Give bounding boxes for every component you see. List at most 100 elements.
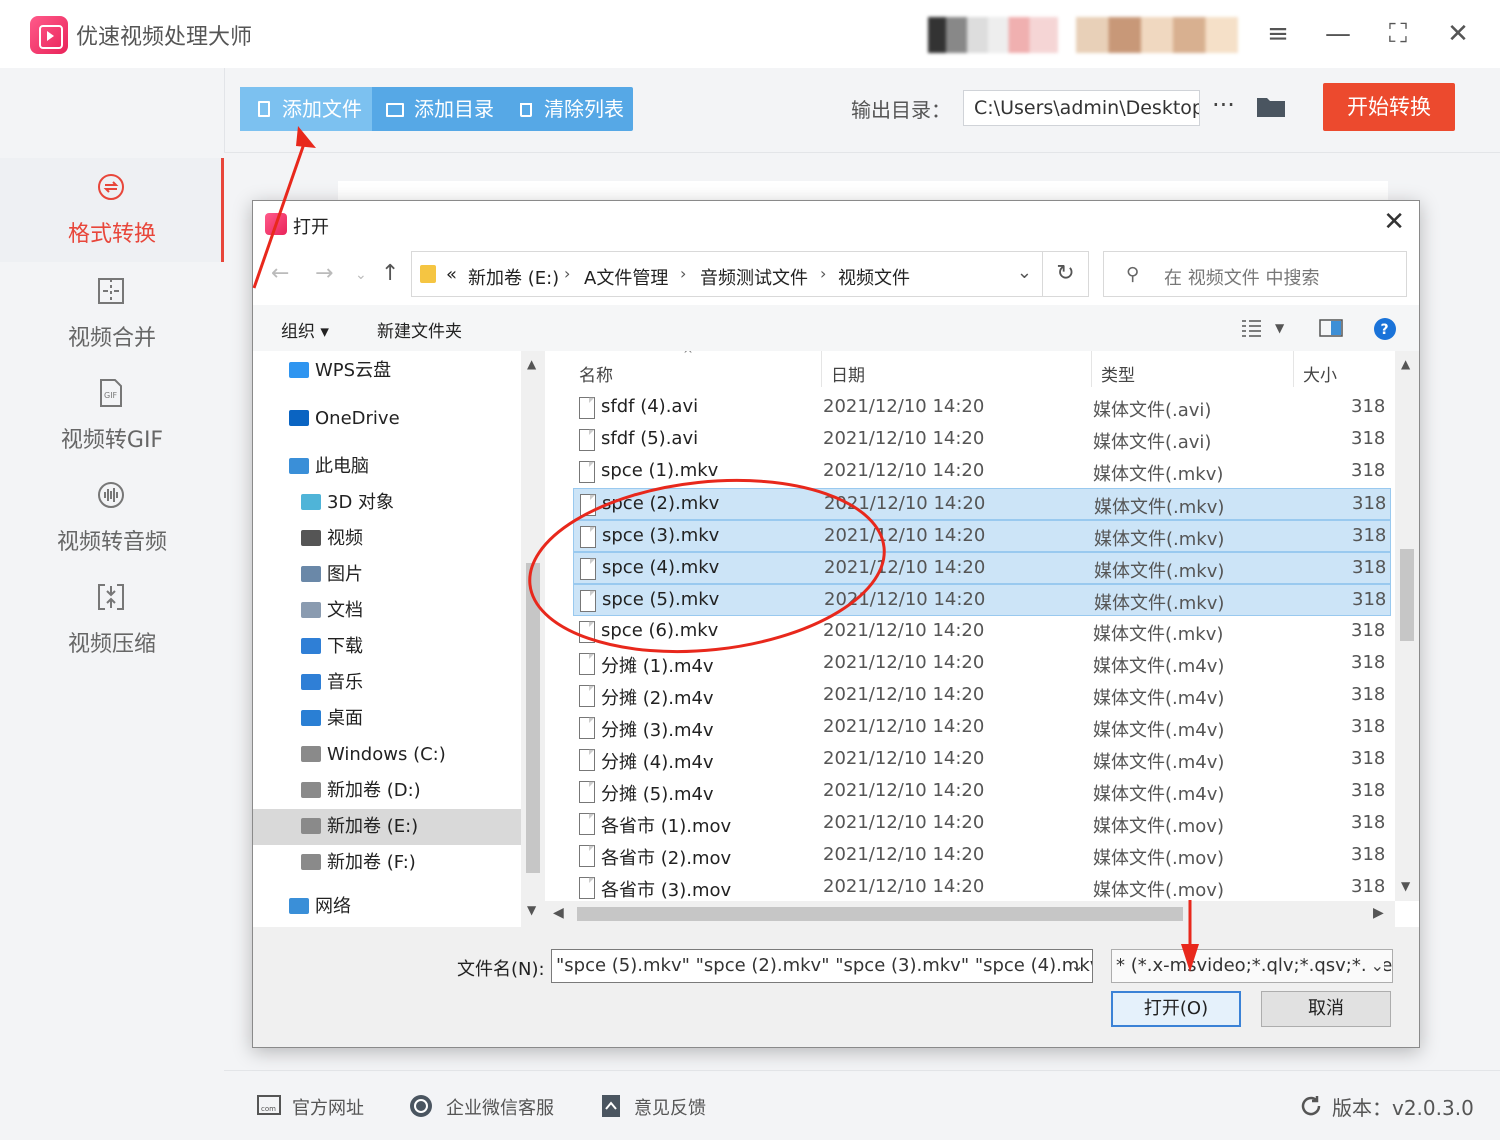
chevron-down-icon[interactable]: ⌄	[1071, 950, 1084, 982]
column-separator[interactable]	[821, 351, 822, 387]
chevron-down-icon[interactable]: ⌄	[1366, 950, 1384, 982]
feedback-link[interactable]: 意见反馈	[634, 1094, 706, 1120]
file-row[interactable]: spce (3).mkv 2021/12/10 14:20 媒体文件(.mkv) 31…	[573, 520, 1391, 552]
scroll-down-icon[interactable]: ▼	[527, 903, 536, 917]
nav-item[interactable]: OneDrive	[253, 401, 521, 437]
sidebar-item-audio[interactable]: 视频转音频	[0, 466, 224, 570]
file-row[interactable]: spce (2).mkv 2021/12/10 14:20 媒体文件(.mkv) 31…	[573, 488, 1391, 520]
sidebar-item-merge[interactable]: 视频合并	[0, 262, 224, 366]
nav-item[interactable]: 此电脑	[253, 449, 521, 485]
new-folder-button[interactable]: 新建文件夹	[377, 317, 462, 342]
file-row[interactable]: spce (6).mkv 2021/12/10 14:20 媒体文件(.mkv) 31…	[573, 616, 1391, 648]
scroll-up-icon[interactable]: ▲	[1401, 357, 1410, 371]
filetype-select[interactable]: * (*.x-msvideo;*.qlv;*.qsv;*.webm ⌄	[1111, 949, 1393, 983]
recent-locations-icon[interactable]: ⌄	[355, 267, 367, 283]
breadcrumb-drive[interactable]: 新加卷 (E:)	[468, 264, 559, 290]
file-row[interactable]: sfdf (5).avi 2021/12/10 14:20 媒体文件(.avi) 31…	[573, 424, 1391, 456]
open-folder-icon[interactable]	[1256, 94, 1286, 118]
file-row[interactable]: spce (5).mkv 2021/12/10 14:20 媒体文件(.mkv) 31…	[573, 584, 1391, 616]
nav-item[interactable]: 网络	[253, 889, 521, 925]
nav-item[interactable]: 新加卷 (D:)	[253, 773, 521, 809]
maximize-icon[interactable]: ⛶	[1380, 16, 1416, 52]
sidebar-item-compress[interactable]: 视频压缩	[0, 568, 224, 672]
file-list-scrollbar[interactable]: ▲ ▼	[1395, 351, 1419, 901]
forward-arrow-icon[interactable]: →	[315, 261, 333, 286]
clear-list-button[interactable]: 清除列表	[502, 87, 633, 131]
sidebar-item-gif[interactable]: GIF 视频转GIF	[0, 364, 224, 468]
column-type[interactable]: 类型	[1101, 361, 1135, 386]
nav-scrollbar-thumb[interactable]	[526, 563, 540, 873]
column-size[interactable]: 大小	[1303, 361, 1337, 386]
breadcrumb-folder-2[interactable]: 音频测试文件	[700, 264, 808, 290]
cancel-button[interactable]: 取消	[1261, 991, 1391, 1027]
blurred-user-name[interactable]	[1076, 17, 1238, 53]
horizontal-scrollbar[interactable]: ◀ ▶	[545, 901, 1395, 927]
address-bar[interactable]: « 新加卷 (E:) › A文件管理 › 音频测试文件 › 视频文件 ⌄	[411, 251, 1043, 297]
output-dir-input[interactable]: C:\Users\admin\Desktop	[963, 90, 1200, 126]
nav-item[interactable]: Windows (C:)	[253, 737, 521, 773]
column-separator[interactable]	[1293, 351, 1294, 387]
open-button[interactable]: 打开(O)	[1111, 991, 1241, 1027]
nav-item[interactable]: 桌面	[253, 701, 521, 737]
nav-item[interactable]: 新加卷 (F:)	[253, 845, 521, 881]
file-row[interactable]: 分摊 (5).m4v 2021/12/10 14:20 媒体文件(.m4v) 318	[573, 776, 1391, 808]
chevron-down-icon[interactable]: ⌄	[1017, 262, 1032, 283]
file-icon	[579, 621, 595, 643]
horizontal-scrollbar-thumb[interactable]	[577, 907, 1183, 921]
blurred-user-avatar[interactable]	[928, 17, 1058, 53]
file-list-scrollbar-thumb[interactable]	[1400, 549, 1414, 641]
close-icon[interactable]: ✕	[1440, 16, 1476, 52]
more-options-button[interactable]: ···	[1212, 90, 1235, 120]
nav-item[interactable]: 3D 对象	[253, 485, 521, 521]
nav-item[interactable]: 新加卷 (E:)	[253, 809, 521, 845]
file-row[interactable]: 分摊 (4).m4v 2021/12/10 14:20 媒体文件(.m4v) 318	[573, 744, 1391, 776]
sidebar-item-format-convert[interactable]: 格式转换	[0, 158, 224, 262]
column-name[interactable]: 名称	[579, 361, 613, 386]
nav-item[interactable]: 图片	[253, 557, 521, 593]
up-arrow-icon[interactable]: ↑	[381, 261, 399, 286]
filename-input[interactable]: "spce (5).mkv" "spce (2).mkv" "spce (3).…	[551, 949, 1093, 983]
menu-icon[interactable]: ≡	[1260, 16, 1296, 52]
breadcrumb-overflow[interactable]: «	[446, 264, 457, 285]
add-file-button[interactable]: 添加文件	[240, 87, 372, 131]
file-row[interactable]: 各省市 (1).mov 2021/12/10 14:20 媒体文件(.mov) 318	[573, 808, 1391, 840]
wechat-support-link[interactable]: 企业微信客服	[446, 1094, 554, 1120]
dialog-close-icon[interactable]: ✕	[1383, 207, 1405, 237]
nav-item[interactable]: 视频	[253, 521, 521, 557]
refresh-icon[interactable]: ↻	[1043, 251, 1089, 297]
organize-button[interactable]: 组织 ▾	[281, 317, 329, 342]
scroll-down-icon[interactable]: ▼	[1401, 879, 1410, 893]
back-arrow-icon[interactable]: ←	[271, 261, 289, 286]
nav-item[interactable]: 音乐	[253, 665, 521, 701]
file-row[interactable]: 分摊 (3).m4v 2021/12/10 14:20 媒体文件(.m4v) 318	[573, 712, 1391, 744]
file-row[interactable]: 各省市 (3).mov 2021/12/10 14:20 媒体文件(.mov) 318	[573, 872, 1391, 901]
preview-pane-icon[interactable]	[1319, 319, 1343, 337]
file-row[interactable]: 分摊 (1).m4v 2021/12/10 14:20 媒体文件(.m4v) 318	[573, 648, 1391, 680]
column-separator[interactable]	[1091, 351, 1092, 387]
nav-item[interactable]: 文档	[253, 593, 521, 629]
breadcrumb-folder-3[interactable]: 视频文件	[838, 264, 910, 290]
scroll-right-icon[interactable]: ▶	[1373, 905, 1384, 921]
minimize-icon[interactable]: —	[1320, 16, 1356, 52]
help-icon[interactable]: ?	[1373, 317, 1397, 341]
official-website-link[interactable]: 官方网址	[292, 1094, 364, 1120]
file-row[interactable]: 分摊 (2).m4v 2021/12/10 14:20 媒体文件(.m4v) 318	[573, 680, 1391, 712]
file-type: 媒体文件(.avi)	[1093, 400, 1212, 421]
column-date[interactable]: 日期	[831, 361, 865, 386]
file-row[interactable]: spce (1).mkv 2021/12/10 14:20 媒体文件(.mkv) 31…	[573, 456, 1391, 488]
start-convert-button[interactable]: 开始转换	[1323, 83, 1455, 131]
add-folder-button[interactable]: 添加目录	[372, 87, 502, 131]
nav-item[interactable]: WPS云盘	[253, 353, 521, 389]
nav-scrollbar[interactable]: ▲ ▼	[521, 351, 545, 931]
file-row[interactable]: spce (4).mkv 2021/12/10 14:20 媒体文件(.mkv) 31…	[573, 552, 1391, 584]
breadcrumb-folder-1[interactable]: A文件管理	[584, 264, 668, 290]
nav-item[interactable]: 下载	[253, 629, 521, 665]
view-options-icon[interactable]	[1241, 319, 1263, 337]
search-input[interactable]: ⚲ 在 视频文件 中搜索	[1103, 251, 1407, 297]
scroll-up-icon[interactable]: ▲	[527, 357, 536, 371]
scroll-left-icon[interactable]: ◀	[553, 905, 564, 921]
file-row[interactable]: 各省市 (2).mov 2021/12/10 14:20 媒体文件(.mov) 318	[573, 840, 1391, 872]
file-name: spce (5).mkv	[602, 589, 720, 610]
view-dropdown-icon[interactable]: ▼	[1275, 321, 1284, 335]
file-row[interactable]: sfdf (4).avi 2021/12/10 14:20 媒体文件(.avi) 31…	[573, 392, 1391, 424]
